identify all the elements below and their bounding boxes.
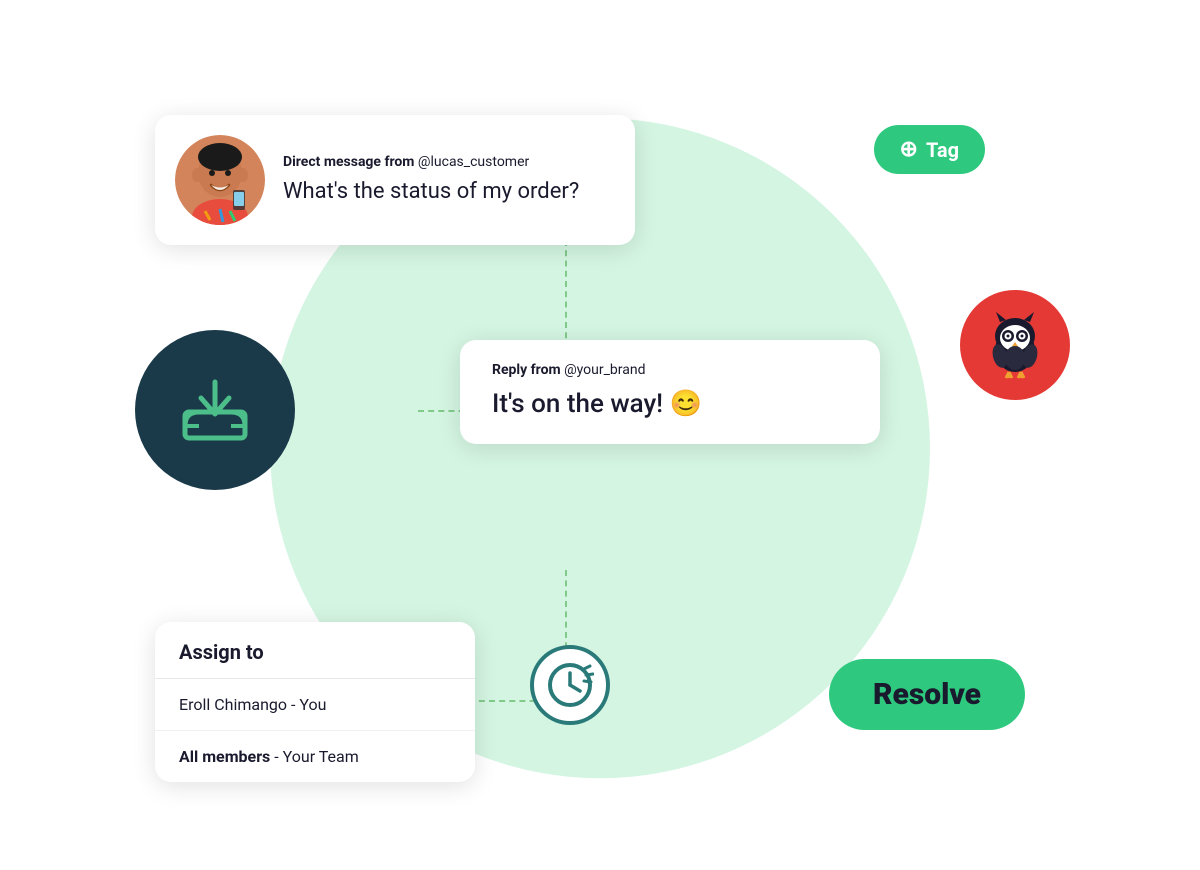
inbox-icon xyxy=(179,374,251,446)
hootsuite-owl-circle xyxy=(960,290,1070,400)
assign-header: Assign to xyxy=(155,622,475,678)
reply-message-card: Reply from @your_brand It's on the way! … xyxy=(460,340,880,444)
plus-icon: ⊕ xyxy=(900,137,918,162)
message-content: Direct message from @lucas_customer What… xyxy=(283,154,579,207)
tag-label: Tag xyxy=(926,138,959,162)
reply-message-text: It's on the way! 😊 xyxy=(492,388,848,422)
customer-message-text: What's the status of my order? xyxy=(283,178,579,207)
resolve-button[interactable]: Resolve xyxy=(829,659,1025,730)
assign-to-card: Assign to Eroll Chimango - You All membe… xyxy=(155,622,475,782)
avatar xyxy=(175,135,265,225)
assign-item-all-members[interactable]: All members - Your Team xyxy=(155,731,475,782)
assign-item-suffix: - Your Team xyxy=(270,747,358,766)
reply-sender: Reply from @your_brand xyxy=(492,362,848,378)
resolve-label: Resolve xyxy=(873,677,981,712)
clock-icon xyxy=(546,661,594,709)
inbox-circle xyxy=(135,330,295,490)
customer-message-card: Direct message from @lucas_customer What… xyxy=(155,115,635,245)
scene: Direct message from @lucas_customer What… xyxy=(0,0,1200,870)
tag-button[interactable]: ⊕ Tag xyxy=(874,125,986,174)
assign-item-you-text: Eroll Chimango - You xyxy=(179,695,326,714)
card-sender: Direct message from @lucas_customer xyxy=(283,154,579,170)
assign-item-you[interactable]: Eroll Chimango - You xyxy=(155,679,475,731)
clock-circle xyxy=(530,645,610,725)
assign-item-bold: All members xyxy=(179,747,270,766)
owl-icon xyxy=(980,310,1050,380)
avatar-image xyxy=(175,135,265,225)
